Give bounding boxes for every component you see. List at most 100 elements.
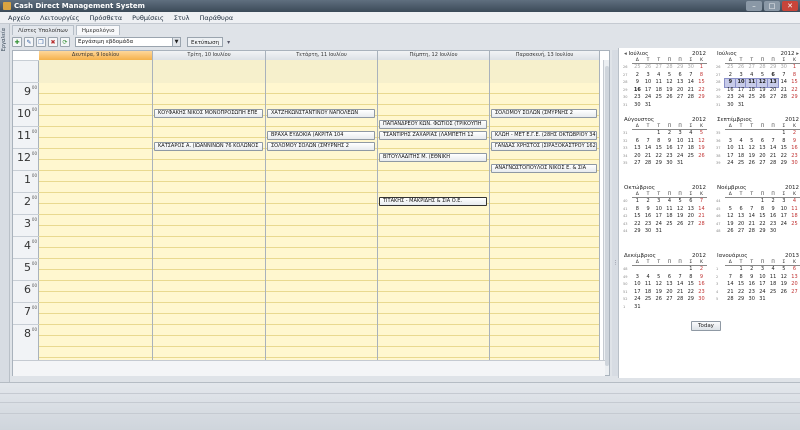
calendar-day[interactable]: 22 — [789, 87, 800, 95]
calendar-day[interactable]: 3 — [725, 138, 736, 146]
calendar-scrollbar[interactable] — [603, 60, 609, 375]
calendar-day[interactable]: 11 — [768, 274, 779, 282]
calendar-day[interactable]: 25 — [653, 94, 664, 102]
calendar-day[interactable]: 23 — [696, 289, 707, 297]
copy-icon[interactable]: ❐ — [36, 37, 46, 47]
calendar-day[interactable]: 26 — [757, 94, 768, 102]
calendar-day[interactable]: 30 — [643, 228, 654, 236]
calendar-day[interactable]: 19 — [664, 87, 675, 95]
tab-balances[interactable]: Λίστες Υπολοίπων — [12, 25, 74, 35]
calendar-day[interactable]: 2 — [746, 266, 757, 274]
calendar-day[interactable]: 19 — [696, 145, 707, 153]
calendar-day[interactable]: 31 — [757, 296, 768, 304]
appointment[interactable]: ΒΡΑΧΑ ΕΥΔΟΚΙΑ (ΑΚΡΙΤΑ 104 — [267, 131, 375, 140]
day-header[interactable]: Παρασκευή, 13 Ιουλίου — [490, 51, 600, 60]
calendar-day[interactable]: 1 — [632, 198, 643, 206]
calendar-day[interactable]: 7 — [768, 138, 779, 146]
calendar-day[interactable]: 11 — [653, 79, 664, 87]
calendar-day[interactable]: 4 — [789, 198, 800, 206]
calendar-day[interactable]: 5 — [653, 274, 664, 282]
appointment[interactable]: ΚΟΥΦΑΚΗΣ ΝΙΚΟΣ ΜΟΝΟΠΡΟΣΩΠΗ ΕΠΕ — [154, 109, 263, 118]
calendar-day[interactable]: 24 — [643, 94, 654, 102]
calendar-day[interactable]: 10 — [757, 274, 768, 282]
calendar-day[interactable]: 3 — [778, 198, 789, 206]
calendar-day[interactable]: 4 — [664, 198, 675, 206]
calendar-day[interactable]: 16 — [664, 145, 675, 153]
calendar-day[interactable]: 6 — [675, 72, 686, 80]
calendar-day[interactable]: 24 — [653, 221, 664, 229]
calendar-day[interactable]: 15 — [685, 281, 696, 289]
calendar-day[interactable]: 23 — [746, 289, 757, 297]
calendar-day[interactable]: 17 — [757, 281, 768, 289]
calendar-day[interactable]: 6 — [736, 206, 747, 214]
calendar-day[interactable]: 4 — [643, 274, 654, 282]
calendar-day[interactable]: 30 — [789, 160, 800, 168]
calendar-day[interactable]: 18 — [746, 87, 757, 95]
calendar-day[interactable]: 4 — [736, 138, 747, 146]
appointment[interactable]: ΒΙΤΟΥΛΑΔΙΤΗΣ Μ. (ΕΘΝΙΚΗ — [379, 153, 487, 162]
calendar-day[interactable]: 9 — [664, 138, 675, 146]
calendar-day[interactable]: 30 — [768, 228, 779, 236]
calendar-day[interactable]: 2 — [725, 72, 736, 80]
calendar-day[interactable]: 28 — [768, 160, 779, 168]
calendar-day[interactable]: 3 — [632, 274, 643, 282]
calendar-day[interactable]: 7 — [746, 206, 757, 214]
calendar-day[interactable]: 2 — [643, 198, 654, 206]
appointment[interactable]: ΠΑΠΑΝΔΡΕΟΥ ΚΩΝ. ΦΩΤΙΟΣ (ΤΡΙΚΟΥΠΗ — [379, 120, 487, 129]
calendar-day[interactable]: 12 — [778, 274, 789, 282]
calendar-day[interactable]: 6 — [685, 198, 696, 206]
close-button[interactable]: ✕ — [782, 1, 798, 11]
calendar-day[interactable]: 14 — [696, 206, 707, 214]
calendar-day[interactable]: 26 — [643, 64, 654, 72]
appointment[interactable]: ΣΟΛΟΜΟΥ ΣΟΛΩΝ (ΣΜΥΡΝΗΣ 2 — [267, 142, 375, 151]
calendar-day[interactable]: 28 — [643, 160, 654, 168]
day-header[interactable]: Πέμπτη, 12 Ιουλίου — [378, 51, 490, 60]
calendar-day[interactable]: 5 — [675, 198, 686, 206]
edit-icon[interactable]: ✎ — [24, 37, 34, 47]
calendar-day[interactable]: 27 — [664, 296, 675, 304]
calendar-day[interactable]: 24 — [725, 160, 736, 168]
calendar-day[interactable]: 5 — [696, 130, 707, 138]
calendar-day[interactable]: 22 — [736, 289, 747, 297]
calendar-day[interactable]: 2 — [768, 198, 779, 206]
calendar-day[interactable]: 26 — [664, 94, 675, 102]
appointment[interactable]: ΣΟΛΟΜΟΥ ΣΟΛΩΝ (ΣΜΥΡΝΗΣ 2 — [491, 109, 597, 118]
calendar-day[interactable]: 17 — [632, 289, 643, 297]
calendar-day[interactable]: 4 — [653, 72, 664, 80]
calendar-day[interactable]: 17 — [778, 213, 789, 221]
calendar-day[interactable]: 15 — [757, 213, 768, 221]
calendar-day[interactable]: 29 — [685, 296, 696, 304]
calendar-day[interactable]: 27 — [736, 228, 747, 236]
calendar-day[interactable]: 9 — [768, 206, 779, 214]
calendar-day[interactable]: 16 — [768, 213, 779, 221]
calendar-day[interactable]: 10 — [632, 281, 643, 289]
calendar-day[interactable]: 30 — [725, 102, 736, 110]
calendar-day[interactable]: 21 — [746, 221, 757, 229]
appointment[interactable]: ΚΑΤΣΑΡΟΣ Α. (ΙΩΑΝΝΙΝΩΝ 76 ΚΟΛΩΝΟΣ — [154, 142, 263, 151]
appointment[interactable]: ΧΑΤΖΗΚΩΝΣΤΑΝΤΙΝΟΥ ΝΑΠΟΛΕΩΝ — [267, 109, 375, 118]
calendar-day[interactable]: 1 — [778, 130, 789, 138]
day-column[interactable] — [266, 60, 378, 360]
calendar-day[interactable]: 12 — [756, 78, 769, 88]
calendar-day[interactable]: 25 — [725, 64, 736, 72]
calendar-day[interactable]: 12 — [653, 281, 664, 289]
calendar-day[interactable]: 23 — [664, 153, 675, 161]
calendar-day[interactable]: 17 — [736, 87, 747, 95]
calendar-day[interactable]: 14 — [778, 79, 789, 87]
view-select[interactable]: Εργάσιμη εβδομάδα ▼ — [75, 37, 181, 47]
calendar-day[interactable]: 20 — [675, 87, 686, 95]
calendar-day[interactable]: 27 — [789, 289, 800, 297]
calendar-day[interactable]: 1 — [757, 198, 768, 206]
calendar-day[interactable]: 13 — [632, 145, 643, 153]
calendar-day[interactable]: 2 — [664, 130, 675, 138]
calendar-day[interactable]: 26 — [696, 153, 707, 161]
calendar-day[interactable]: 25 — [768, 289, 779, 297]
calendar-day[interactable]: 25 — [746, 94, 757, 102]
calendar-day[interactable]: 3 — [736, 72, 747, 80]
day-header[interactable]: Τετάρτη, 11 Ιουλίου — [266, 51, 378, 60]
calendar-day[interactable]: 15 — [632, 213, 643, 221]
calendar-day[interactable]: 8 — [757, 206, 768, 214]
calendar-day[interactable]: 19 — [778, 281, 789, 289]
calendar-day[interactable]: 28 — [757, 64, 768, 72]
calendar-day[interactable]: 13 — [736, 213, 747, 221]
